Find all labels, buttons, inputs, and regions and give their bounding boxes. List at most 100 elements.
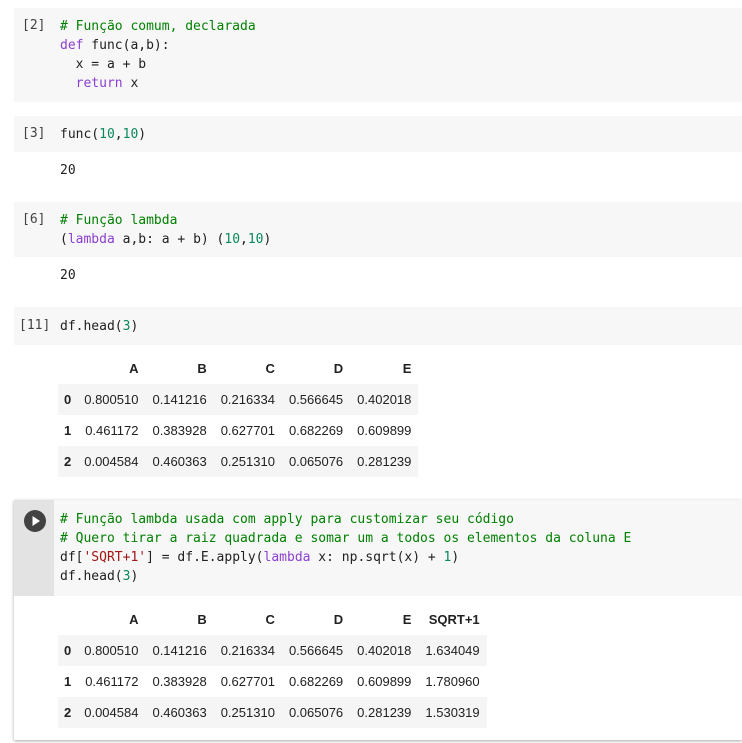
code-line: # Quero tirar a raiz quadrada e somar um… bbox=[60, 529, 631, 548]
table-cell: 1.530319 bbox=[425, 705, 480, 720]
code-token: df.head( bbox=[60, 569, 123, 584]
table-cell: 0.216334 bbox=[220, 643, 275, 658]
table-cell: 0.383928 bbox=[152, 674, 207, 689]
table-cell: 0.682269 bbox=[288, 674, 344, 689]
code-line: # Função lambda usada com apply para cus… bbox=[60, 510, 631, 529]
code-token: a,b: a + b) ( bbox=[114, 232, 225, 247]
table-cell: 0.251310 bbox=[220, 454, 275, 469]
code-line: func(10,10) bbox=[60, 125, 146, 144]
code-token: df[ bbox=[60, 550, 84, 565]
code-token: return bbox=[75, 76, 123, 91]
table-cell: 0.566645 bbox=[288, 392, 344, 407]
code-token: # Função lambda bbox=[60, 213, 178, 228]
cell-prompt: [6] bbox=[22, 212, 46, 227]
table-cell: 0.402018 bbox=[357, 643, 412, 658]
code-token: lambda bbox=[263, 550, 311, 565]
code-cell-active[interactable]: # Função lambda usada com apply para cus… bbox=[14, 500, 742, 596]
table-cell: 0.065076 bbox=[288, 454, 344, 469]
code-token: x = a + b bbox=[60, 57, 147, 72]
code-token: lambda bbox=[67, 232, 115, 247]
table-cell: 0.251310 bbox=[220, 705, 275, 720]
column-header: E bbox=[402, 361, 412, 376]
table-row: 2 0.004584 0.460363 0.251310 0.065076 0.28123… bbox=[58, 697, 487, 728]
row-index: 2 bbox=[64, 705, 72, 720]
table-row: 1 0.461172 0.383928 0.627701 0.682269 0.60989… bbox=[58, 415, 418, 446]
table-cell: 0.800510 bbox=[84, 643, 139, 658]
code-line: df['SQRT+1'] = df.E.apply(lambda x: np.s… bbox=[60, 548, 631, 567]
code-token: ( bbox=[60, 232, 68, 247]
code-editor[interactable]: # Função lambda (lambda a,b: a + b) (10,1… bbox=[60, 211, 271, 249]
table-cell: 0.402018 bbox=[357, 392, 412, 407]
code-line: def func(a,b): bbox=[60, 36, 256, 55]
table-cell: 0.004584 bbox=[84, 454, 139, 469]
table-cell: 0.460363 bbox=[152, 705, 207, 720]
table-cell: 0.609899 bbox=[357, 423, 412, 438]
code-cell-11[interactable]: [11] df.head(3) bbox=[14, 307, 742, 345]
row-index: 0 bbox=[64, 392, 72, 407]
table-cell: 0.065076 bbox=[288, 705, 344, 720]
table-cell: 0.566645 bbox=[288, 643, 344, 658]
code-token: def bbox=[60, 38, 84, 53]
cell-output: 20 bbox=[60, 268, 76, 283]
code-token: func(a,b): bbox=[83, 38, 170, 53]
column-header: C bbox=[265, 361, 275, 376]
code-line: # Função lambda bbox=[60, 211, 271, 230]
cell-prompt: [3] bbox=[22, 126, 46, 141]
cell-output: 20 bbox=[60, 163, 76, 178]
code-token: df.head( bbox=[60, 319, 123, 334]
code-editor[interactable]: # Função lambda usada com apply para cus… bbox=[60, 510, 631, 586]
code-token: 10 bbox=[122, 127, 139, 142]
table-cell: 0.281239 bbox=[357, 705, 412, 720]
table-cell: 0.682269 bbox=[288, 423, 344, 438]
code-cell-2[interactable]: [2] # Função comum, declarada def func(a,… bbox=[14, 8, 742, 102]
table-header-row: A B C D E bbox=[58, 353, 418, 384]
code-editor[interactable]: # Função comum, declarada def func(a,b): … bbox=[60, 17, 256, 93]
code-token: func( bbox=[60, 127, 100, 142]
column-header: D bbox=[333, 361, 344, 376]
table-row: 2 0.004584 0.460363 0.251310 0.065076 0.28123… bbox=[58, 446, 419, 477]
column-header bbox=[58, 604, 77, 635]
code-token: ) bbox=[451, 550, 460, 565]
code-token: ) bbox=[138, 127, 147, 142]
code-editor[interactable]: func(10,10) bbox=[60, 125, 146, 144]
table-cell: 0.627701 bbox=[220, 423, 275, 438]
code-token: x bbox=[122, 76, 139, 91]
code-token: # Função lambda usada com apply para cus… bbox=[60, 512, 514, 527]
row-index: 0 bbox=[64, 643, 72, 658]
column-header: B bbox=[197, 361, 207, 376]
code-line: df.head(3) bbox=[60, 567, 631, 586]
play-icon bbox=[32, 516, 40, 526]
table-cell: 1.780960 bbox=[425, 674, 480, 689]
code-line: (lambda a,b: a + b) (10,10) bbox=[60, 230, 271, 249]
table-cell: 0.800510 bbox=[84, 392, 139, 407]
table-cell: 0.281239 bbox=[357, 454, 412, 469]
code-token: 'SQRT+1' bbox=[83, 550, 147, 565]
table-cell: 0.461172 bbox=[85, 674, 139, 689]
column-header: E bbox=[402, 612, 412, 627]
code-token: 10 bbox=[99, 127, 115, 142]
dataframe-output: A B C D E SQRT+1 0 0.800510 0.141216 0.216334 0.5… bbox=[58, 604, 487, 728]
code-token: ) bbox=[130, 319, 139, 334]
table-cell: 0.004584 bbox=[84, 705, 139, 720]
code-token: # Quero tirar a raiz quadrada e somar um… bbox=[60, 531, 632, 546]
code-token: 10 bbox=[247, 232, 264, 247]
code-cell-6[interactable]: [6] # Função lambda (lambda a,b: a + b) (… bbox=[14, 202, 742, 257]
code-cell-3[interactable]: [3] func(10,10) bbox=[14, 116, 742, 152]
code-token: # Função comum, declarada bbox=[60, 19, 256, 34]
table-cell: 0.461172 bbox=[85, 423, 139, 438]
cell-prompt: [2] bbox=[22, 18, 46, 33]
column-header: D bbox=[333, 612, 344, 627]
cell-prompt: [11] bbox=[19, 318, 51, 333]
code-token: 10 bbox=[224, 232, 241, 247]
code-editor[interactable]: df.head(3) bbox=[60, 317, 138, 336]
run-gutter bbox=[14, 500, 54, 596]
table-row: 1 0.461172 0.383928 0.627701 0.682269 0.60989… bbox=[58, 666, 487, 697]
run-cell-button[interactable] bbox=[24, 510, 46, 532]
table-cell: 0.609899 bbox=[357, 674, 412, 689]
table-cell: 0.460363 bbox=[152, 454, 207, 469]
code-line: x = a + b bbox=[60, 55, 256, 74]
table-header-row: A B C D E SQRT+1 bbox=[58, 604, 487, 635]
code-token: ) bbox=[130, 569, 139, 584]
code-line: df.head(3) bbox=[60, 317, 138, 336]
